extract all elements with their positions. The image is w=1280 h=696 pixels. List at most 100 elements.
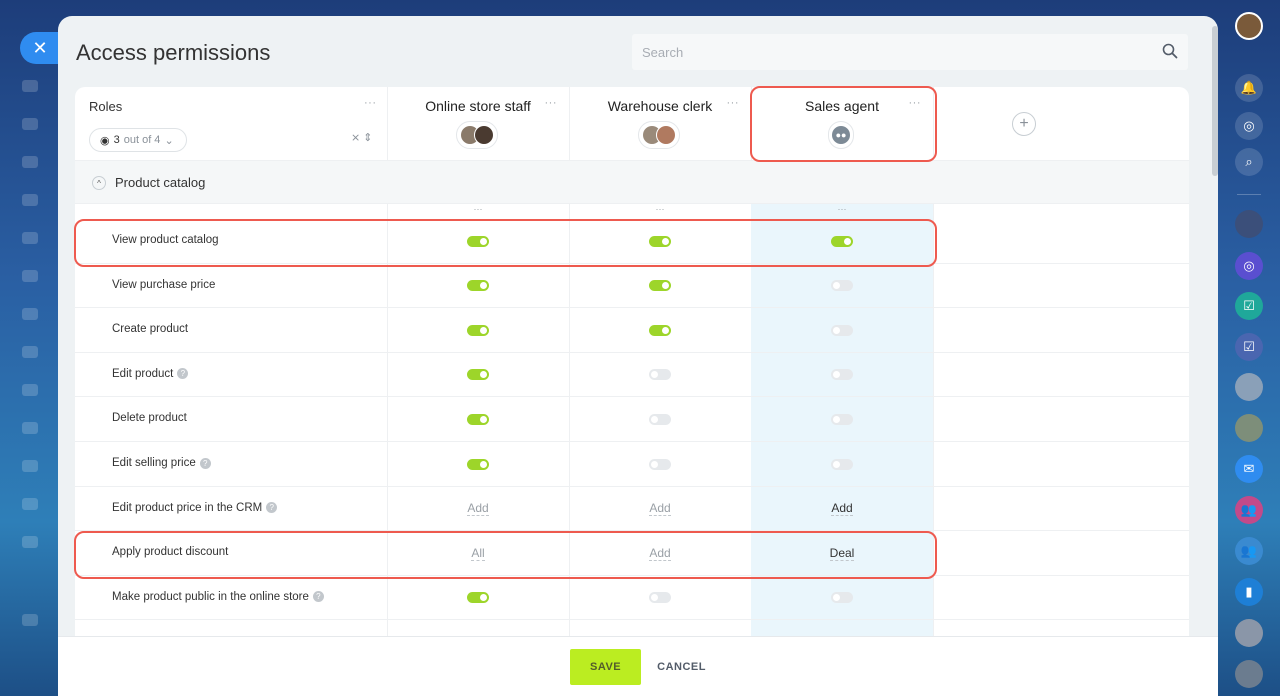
permission-cell [569, 308, 751, 352]
bookmark-icon[interactable]: ▮ [1235, 578, 1263, 606]
sidebar-item[interactable] [22, 498, 38, 510]
cancel-button[interactable]: CANCEL [657, 661, 706, 673]
section-label: Product catalog [115, 175, 206, 190]
toggle-on[interactable] [467, 280, 489, 292]
contact-avatar[interactable] [1235, 660, 1263, 688]
sidebar-item[interactable] [22, 384, 38, 396]
sidebar-item[interactable] [22, 194, 38, 206]
role-menu-button[interactable]: ··· [909, 97, 922, 109]
scrollbar[interactable] [1212, 26, 1218, 176]
permission-value-link[interactable]: Add [649, 546, 671, 561]
sidebar-item[interactable] [22, 156, 38, 168]
sidebar-item[interactable] [22, 80, 38, 92]
role-menu-button[interactable]: ··· [727, 97, 740, 109]
toggle-off[interactable] [831, 413, 853, 425]
save-button[interactable]: SAVE [570, 648, 642, 685]
toggle-on[interactable] [831, 235, 853, 247]
sidebar-item[interactable] [22, 422, 38, 434]
toggle-off[interactable] [649, 413, 671, 425]
bell-icon[interactable]: 🔔 [1235, 74, 1263, 102]
tasks-icon[interactable]: ☑ [1235, 292, 1263, 320]
role-members-avatars[interactable] [638, 121, 680, 149]
sidebar-item[interactable] [22, 536, 38, 548]
permission-label: View purchase price [112, 279, 215, 291]
permission-cell [569, 397, 751, 441]
permission-cell [751, 308, 933, 352]
add-role-button[interactable]: + [1012, 112, 1036, 136]
contact-avatar[interactable] [1235, 619, 1263, 647]
permission-cell [751, 397, 933, 441]
column-menu-dots[interactable]: ··· [569, 204, 751, 218]
permission-value-link[interactable]: Add [649, 501, 671, 517]
help-icon[interactable]: ? [199, 457, 211, 469]
toggle-off[interactable] [831, 369, 853, 381]
roles-menu-button[interactable]: ··· [364, 97, 377, 109]
group-icon[interactable]: 👥 [1235, 537, 1263, 565]
toggle-off[interactable] [831, 280, 853, 292]
toggle-on[interactable] [649, 324, 671, 336]
permission-value-link[interactable]: All [471, 546, 485, 561]
permission-cell [569, 442, 751, 486]
sidebar-item[interactable] [22, 270, 38, 282]
chat-search-icon[interactable]: ⌕ [1235, 148, 1263, 176]
section-product-catalog[interactable]: ^ Product catalog [75, 160, 1189, 204]
column-menu-dots[interactable]: ··· [387, 204, 569, 218]
help-icon[interactable]: ? [312, 591, 324, 603]
sidebar-item[interactable] [22, 614, 38, 626]
toggle-on[interactable] [467, 235, 489, 247]
toggle-on[interactable] [649, 235, 671, 247]
role-members-avatars[interactable]: ●● [828, 121, 854, 149]
permission-value-link[interactable]: Deal [829, 546, 855, 561]
permission-cell [751, 264, 933, 308]
toggle-on[interactable] [649, 280, 671, 292]
toggle-on[interactable] [467, 324, 489, 336]
sidebar-item[interactable] [22, 308, 38, 320]
toggle-off[interactable] [831, 324, 853, 336]
permission-cell [569, 264, 751, 308]
close-slider-button[interactable]: ✕ [20, 32, 60, 64]
permission-value-link[interactable]: Add [467, 501, 489, 517]
sidebar-item[interactable] [22, 118, 38, 130]
toggle-off[interactable] [831, 458, 853, 470]
role-members-avatars[interactable] [456, 121, 498, 149]
toggle-off[interactable] [831, 592, 853, 604]
toggle-off[interactable] [649, 458, 671, 470]
permission-cell: All [387, 531, 569, 575]
user-avatar[interactable] [1235, 12, 1263, 40]
search-input[interactable]: Search [632, 34, 1188, 70]
toggle-off[interactable] [649, 592, 671, 604]
roles-filter[interactable]: ◉ 3 out of 4 ⌄ [89, 128, 187, 152]
permission-cell [751, 442, 933, 486]
permission-row: Edit selling price? [75, 442, 1189, 487]
left-sidebar [0, 0, 58, 696]
toggle-on[interactable] [467, 592, 489, 604]
sidebar-item[interactable] [22, 460, 38, 472]
contact-avatar[interactable] [1235, 414, 1263, 442]
toggle-on[interactable] [467, 369, 489, 381]
column-menu-dots[interactable]: ··· [751, 204, 933, 218]
contact-avatar[interactable] [1235, 373, 1263, 401]
permission-label-text: Apply product discount [112, 546, 229, 559]
permission-row: Delete product [75, 397, 1189, 442]
help-icon[interactable]: ? [266, 502, 278, 514]
toggle-on[interactable] [467, 413, 489, 425]
copilot-icon[interactable]: ◎ [1235, 112, 1263, 140]
permission-value-link[interactable]: Add [831, 501, 853, 517]
toggle-on[interactable] [467, 458, 489, 470]
group-icon[interactable]: 👥 [1235, 496, 1263, 524]
role-menu-button[interactable]: ··· [545, 97, 558, 109]
copilot-chat-icon[interactable]: ◎ [1235, 252, 1263, 280]
sidebar-item[interactable] [22, 232, 38, 244]
toggle-off[interactable] [649, 369, 671, 381]
mail-icon[interactable]: ✉ [1235, 455, 1263, 483]
sidebar-item[interactable] [22, 346, 38, 358]
permissions-grid: Roles ··· ◉ 3 out of 4 ⌄ ⨯ ⇕ Online stor… [75, 87, 1189, 636]
tasks-icon[interactable]: ☑ [1235, 333, 1263, 361]
access-permissions-panel: Access permissions Search Roles ··· ◉ 3 … [58, 16, 1218, 696]
help-icon[interactable]: ? [177, 368, 189, 380]
search-icon[interactable] [1162, 43, 1178, 59]
contact-avatar[interactable] [1235, 210, 1263, 238]
permission-label-text: Make product public in the online store [112, 590, 309, 603]
chevron-up-icon[interactable]: ^ [92, 176, 106, 190]
collapse-sort-icons[interactable]: ⨯ ⇕ [351, 131, 373, 144]
